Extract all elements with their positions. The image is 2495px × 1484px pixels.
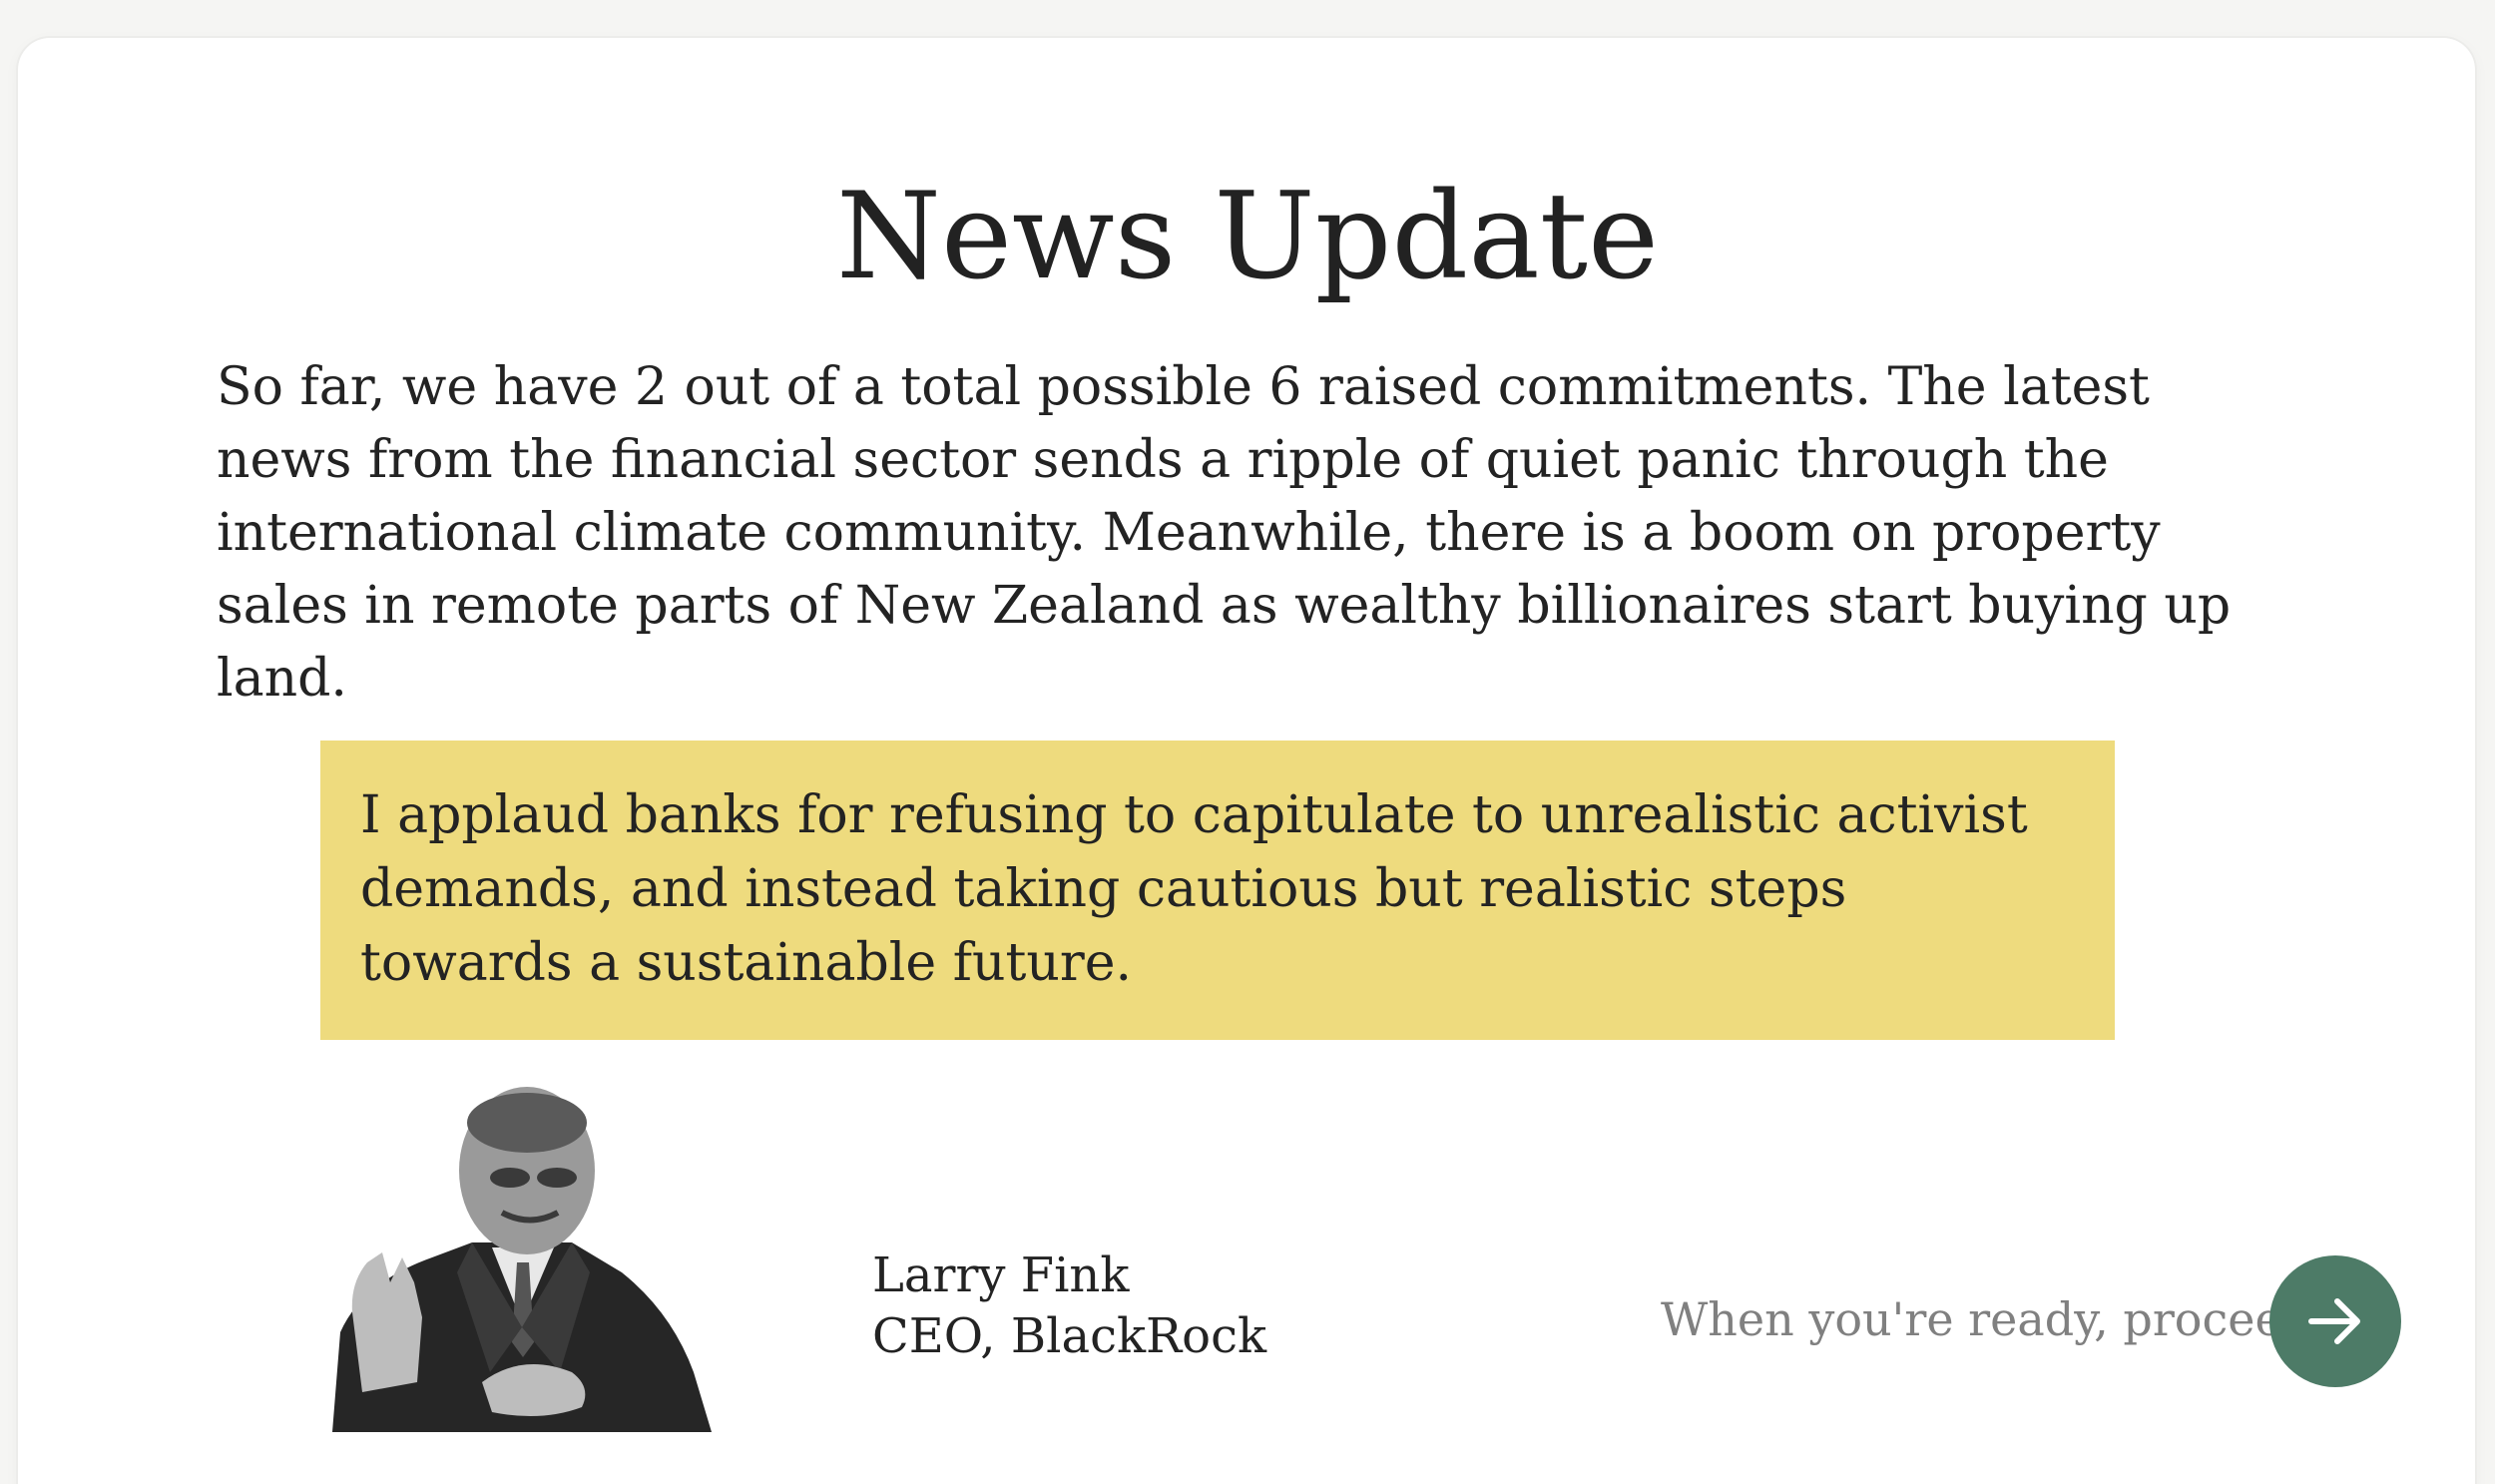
speaker-portrait — [322, 1083, 712, 1432]
proceed-button[interactable] — [2269, 1255, 2401, 1387]
speaker-name: Larry Fink — [872, 1247, 1130, 1303]
quote-text: I applaud banks for refusing to capitula… — [360, 785, 2028, 993]
intro-paragraph: So far, we have 2 out of a total possibl… — [217, 357, 2232, 709]
proceed-prompt: When you're ready, proceed. — [1661, 1292, 2326, 1346]
arrow-right-icon — [2308, 1298, 2360, 1344]
quote-box: I applaud banks for refusing to capitula… — [320, 741, 2115, 1040]
speaker-role: CEO, BlackRock — [872, 1308, 1267, 1364]
page-title: News Update — [835, 168, 1659, 306]
